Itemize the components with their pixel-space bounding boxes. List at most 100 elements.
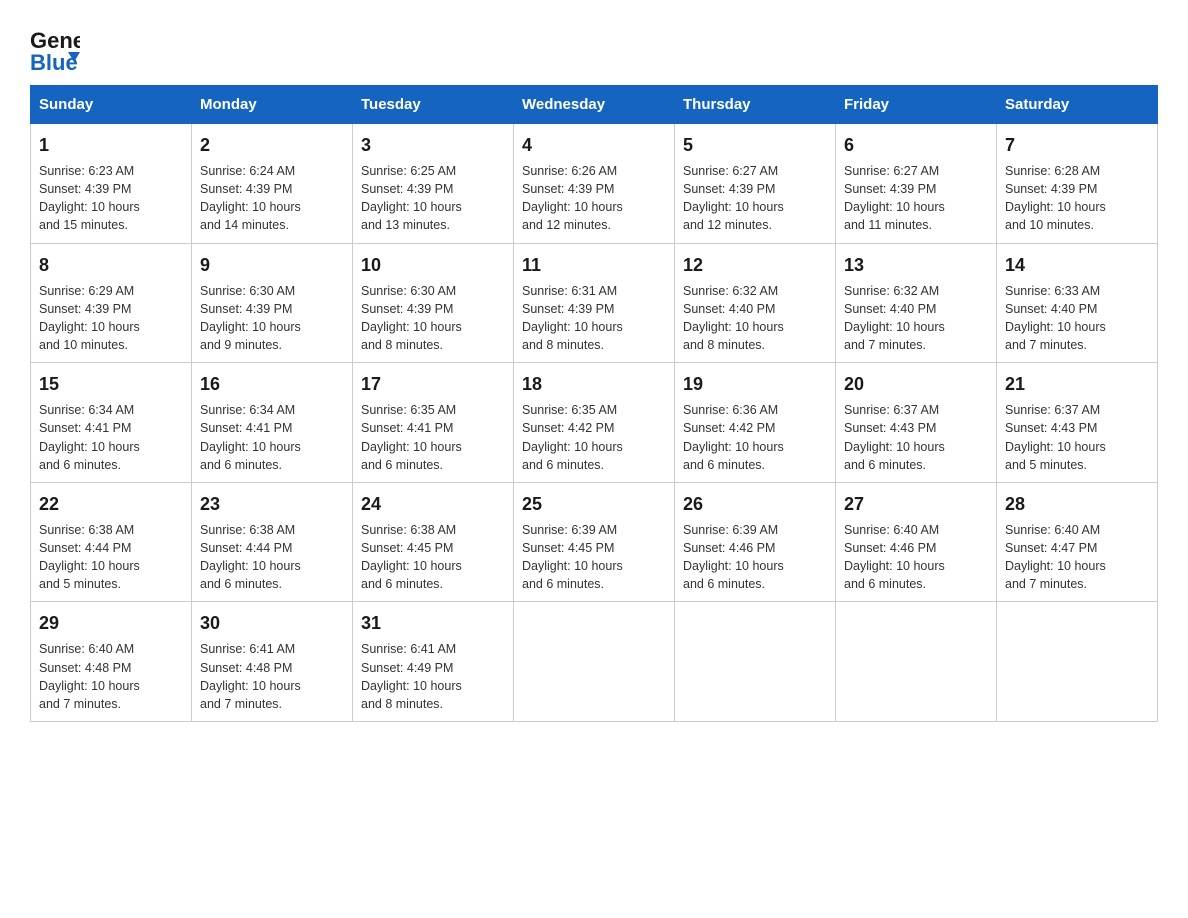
day-number: 25 bbox=[522, 491, 666, 517]
day-number: 17 bbox=[361, 371, 505, 397]
calendar-cell bbox=[675, 602, 836, 722]
calendar-cell: 26 Sunrise: 6:39 AMSunset: 4:46 PMDaylig… bbox=[675, 482, 836, 602]
calendar-cell: 19 Sunrise: 6:36 AMSunset: 4:42 PMDaylig… bbox=[675, 363, 836, 483]
day-number: 29 bbox=[39, 610, 183, 636]
day-info: Sunrise: 6:29 AMSunset: 4:39 PMDaylight:… bbox=[39, 284, 140, 352]
day-number: 14 bbox=[1005, 252, 1149, 278]
calendar-cell: 22 Sunrise: 6:38 AMSunset: 4:44 PMDaylig… bbox=[31, 482, 192, 602]
calendar-cell: 20 Sunrise: 6:37 AMSunset: 4:43 PMDaylig… bbox=[836, 363, 997, 483]
header-friday: Friday bbox=[836, 86, 997, 124]
calendar-cell: 5 Sunrise: 6:27 AMSunset: 4:39 PMDayligh… bbox=[675, 124, 836, 244]
calendar-cell: 21 Sunrise: 6:37 AMSunset: 4:43 PMDaylig… bbox=[997, 363, 1158, 483]
calendar-week-3: 15 Sunrise: 6:34 AMSunset: 4:41 PMDaylig… bbox=[31, 363, 1158, 483]
calendar-week-2: 8 Sunrise: 6:29 AMSunset: 4:39 PMDayligh… bbox=[31, 243, 1158, 363]
day-info: Sunrise: 6:40 AMSunset: 4:48 PMDaylight:… bbox=[39, 642, 140, 710]
calendar-week-4: 22 Sunrise: 6:38 AMSunset: 4:44 PMDaylig… bbox=[31, 482, 1158, 602]
day-info: Sunrise: 6:36 AMSunset: 4:42 PMDaylight:… bbox=[683, 403, 784, 471]
day-number: 6 bbox=[844, 132, 988, 158]
day-number: 1 bbox=[39, 132, 183, 158]
calendar-cell: 25 Sunrise: 6:39 AMSunset: 4:45 PMDaylig… bbox=[514, 482, 675, 602]
day-number: 18 bbox=[522, 371, 666, 397]
day-info: Sunrise: 6:35 AMSunset: 4:41 PMDaylight:… bbox=[361, 403, 462, 471]
calendar-cell bbox=[997, 602, 1158, 722]
day-number: 19 bbox=[683, 371, 827, 397]
calendar-cell bbox=[514, 602, 675, 722]
calendar-cell: 9 Sunrise: 6:30 AMSunset: 4:39 PMDayligh… bbox=[192, 243, 353, 363]
day-number: 12 bbox=[683, 252, 827, 278]
calendar-cell: 13 Sunrise: 6:32 AMSunset: 4:40 PMDaylig… bbox=[836, 243, 997, 363]
day-info: Sunrise: 6:38 AMSunset: 4:44 PMDaylight:… bbox=[200, 523, 301, 591]
day-number: 10 bbox=[361, 252, 505, 278]
calendar-week-1: 1 Sunrise: 6:23 AMSunset: 4:39 PMDayligh… bbox=[31, 124, 1158, 244]
day-info: Sunrise: 6:33 AMSunset: 4:40 PMDaylight:… bbox=[1005, 284, 1106, 352]
header-sunday: Sunday bbox=[31, 86, 192, 124]
day-number: 13 bbox=[844, 252, 988, 278]
header-thursday: Thursday bbox=[675, 86, 836, 124]
day-info: Sunrise: 6:41 AMSunset: 4:49 PMDaylight:… bbox=[361, 642, 462, 710]
header-saturday: Saturday bbox=[997, 86, 1158, 124]
day-info: Sunrise: 6:37 AMSunset: 4:43 PMDaylight:… bbox=[1005, 403, 1106, 471]
day-info: Sunrise: 6:34 AMSunset: 4:41 PMDaylight:… bbox=[39, 403, 140, 471]
day-info: Sunrise: 6:38 AMSunset: 4:45 PMDaylight:… bbox=[361, 523, 462, 591]
calendar-cell: 2 Sunrise: 6:24 AMSunset: 4:39 PMDayligh… bbox=[192, 124, 353, 244]
day-info: Sunrise: 6:27 AMSunset: 4:39 PMDaylight:… bbox=[844, 164, 945, 232]
day-info: Sunrise: 6:35 AMSunset: 4:42 PMDaylight:… bbox=[522, 403, 623, 471]
day-number: 31 bbox=[361, 610, 505, 636]
day-info: Sunrise: 6:25 AMSunset: 4:39 PMDaylight:… bbox=[361, 164, 462, 232]
calendar-cell: 18 Sunrise: 6:35 AMSunset: 4:42 PMDaylig… bbox=[514, 363, 675, 483]
calendar-cell: 7 Sunrise: 6:28 AMSunset: 4:39 PMDayligh… bbox=[997, 124, 1158, 244]
calendar-cell: 23 Sunrise: 6:38 AMSunset: 4:44 PMDaylig… bbox=[192, 482, 353, 602]
calendar-week-5: 29 Sunrise: 6:40 AMSunset: 4:48 PMDaylig… bbox=[31, 602, 1158, 722]
day-number: 9 bbox=[200, 252, 344, 278]
calendar-cell: 6 Sunrise: 6:27 AMSunset: 4:39 PMDayligh… bbox=[836, 124, 997, 244]
calendar-cell: 30 Sunrise: 6:41 AMSunset: 4:48 PMDaylig… bbox=[192, 602, 353, 722]
day-info: Sunrise: 6:40 AMSunset: 4:47 PMDaylight:… bbox=[1005, 523, 1106, 591]
day-info: Sunrise: 6:28 AMSunset: 4:39 PMDaylight:… bbox=[1005, 164, 1106, 232]
page-header: General Blue bbox=[30, 20, 1158, 75]
day-number: 11 bbox=[522, 252, 666, 278]
day-info: Sunrise: 6:34 AMSunset: 4:41 PMDaylight:… bbox=[200, 403, 301, 471]
day-number: 23 bbox=[200, 491, 344, 517]
calendar-cell: 1 Sunrise: 6:23 AMSunset: 4:39 PMDayligh… bbox=[31, 124, 192, 244]
calendar-header-row: SundayMondayTuesdayWednesdayThursdayFrid… bbox=[31, 86, 1158, 124]
calendar-cell: 16 Sunrise: 6:34 AMSunset: 4:41 PMDaylig… bbox=[192, 363, 353, 483]
day-number: 21 bbox=[1005, 371, 1149, 397]
day-info: Sunrise: 6:27 AMSunset: 4:39 PMDaylight:… bbox=[683, 164, 784, 232]
day-number: 22 bbox=[39, 491, 183, 517]
header-wednesday: Wednesday bbox=[514, 86, 675, 124]
day-info: Sunrise: 6:38 AMSunset: 4:44 PMDaylight:… bbox=[39, 523, 140, 591]
day-number: 27 bbox=[844, 491, 988, 517]
day-number: 16 bbox=[200, 371, 344, 397]
day-info: Sunrise: 6:23 AMSunset: 4:39 PMDaylight:… bbox=[39, 164, 140, 232]
header-tuesday: Tuesday bbox=[353, 86, 514, 124]
day-info: Sunrise: 6:32 AMSunset: 4:40 PMDaylight:… bbox=[844, 284, 945, 352]
calendar-cell: 15 Sunrise: 6:34 AMSunset: 4:41 PMDaylig… bbox=[31, 363, 192, 483]
day-number: 7 bbox=[1005, 132, 1149, 158]
day-info: Sunrise: 6:32 AMSunset: 4:40 PMDaylight:… bbox=[683, 284, 784, 352]
calendar-cell: 3 Sunrise: 6:25 AMSunset: 4:39 PMDayligh… bbox=[353, 124, 514, 244]
day-number: 30 bbox=[200, 610, 344, 636]
header-monday: Monday bbox=[192, 86, 353, 124]
day-info: Sunrise: 6:24 AMSunset: 4:39 PMDaylight:… bbox=[200, 164, 301, 232]
calendar-cell: 10 Sunrise: 6:30 AMSunset: 4:39 PMDaylig… bbox=[353, 243, 514, 363]
day-number: 4 bbox=[522, 132, 666, 158]
day-info: Sunrise: 6:31 AMSunset: 4:39 PMDaylight:… bbox=[522, 284, 623, 352]
calendar-cell bbox=[836, 602, 997, 722]
calendar-cell: 24 Sunrise: 6:38 AMSunset: 4:45 PMDaylig… bbox=[353, 482, 514, 602]
calendar-cell: 4 Sunrise: 6:26 AMSunset: 4:39 PMDayligh… bbox=[514, 124, 675, 244]
day-number: 8 bbox=[39, 252, 183, 278]
calendar-cell: 11 Sunrise: 6:31 AMSunset: 4:39 PMDaylig… bbox=[514, 243, 675, 363]
day-info: Sunrise: 6:39 AMSunset: 4:45 PMDaylight:… bbox=[522, 523, 623, 591]
day-number: 28 bbox=[1005, 491, 1149, 517]
day-number: 3 bbox=[361, 132, 505, 158]
day-number: 20 bbox=[844, 371, 988, 397]
calendar-cell: 29 Sunrise: 6:40 AMSunset: 4:48 PMDaylig… bbox=[31, 602, 192, 722]
calendar-cell: 12 Sunrise: 6:32 AMSunset: 4:40 PMDaylig… bbox=[675, 243, 836, 363]
svg-text:Blue: Blue bbox=[30, 50, 78, 75]
calendar-cell: 31 Sunrise: 6:41 AMSunset: 4:49 PMDaylig… bbox=[353, 602, 514, 722]
calendar-cell: 17 Sunrise: 6:35 AMSunset: 4:41 PMDaylig… bbox=[353, 363, 514, 483]
day-number: 24 bbox=[361, 491, 505, 517]
day-info: Sunrise: 6:30 AMSunset: 4:39 PMDaylight:… bbox=[361, 284, 462, 352]
day-number: 2 bbox=[200, 132, 344, 158]
logo-icon: General Blue bbox=[30, 20, 80, 75]
